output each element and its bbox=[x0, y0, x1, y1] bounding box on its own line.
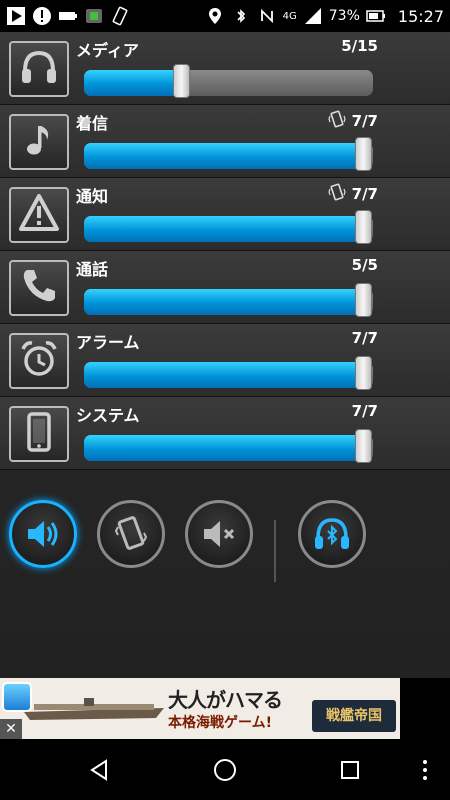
system-label: システム bbox=[76, 406, 140, 425]
system-icon-button[interactable] bbox=[9, 406, 69, 462]
alert-icon bbox=[33, 7, 51, 25]
notification-icon-button[interactable] bbox=[9, 187, 69, 243]
battery-percent: 73% bbox=[328, 8, 360, 24]
ringtone-volume-slider[interactable] bbox=[84, 143, 373, 169]
phone-icon bbox=[17, 264, 61, 312]
volume-row-alarm: アラーム 7/7 bbox=[0, 324, 450, 397]
ringtone-volume-value: 7/7 bbox=[351, 112, 378, 130]
alarm-volume-fill bbox=[84, 362, 369, 388]
battleship-illustration bbox=[24, 698, 164, 720]
music-note-icon bbox=[17, 118, 61, 166]
warning-icon bbox=[17, 191, 61, 239]
home-button[interactable] bbox=[208, 753, 242, 787]
media-slider-thumb[interactable] bbox=[172, 64, 190, 98]
volume-row-notification: 通知 7/7 bbox=[0, 178, 450, 251]
notification-volume-fill bbox=[84, 216, 369, 242]
ringtone-slider-thumb[interactable] bbox=[355, 137, 372, 171]
ad-banner[interactable]: ✕ 大人がハマる 本格海戦ゲーム! 戦艦帝国 bbox=[0, 678, 400, 739]
alarm-volume-slider[interactable] bbox=[84, 362, 373, 388]
network-type: 4G bbox=[282, 10, 297, 22]
back-button[interactable] bbox=[83, 753, 117, 787]
mode-divider bbox=[274, 520, 276, 582]
ad-close-button[interactable]: ✕ bbox=[0, 719, 22, 739]
ringer-mode-bar bbox=[0, 484, 450, 582]
back-triangle-icon bbox=[90, 759, 107, 781]
notification-volume-value: 7/7 bbox=[351, 185, 378, 203]
volume-row-call: 通話 5/5 bbox=[0, 251, 450, 324]
recents-square-icon bbox=[341, 761, 359, 779]
alarm-label: アラーム bbox=[76, 333, 140, 352]
alarm-volume-value: 7/7 bbox=[351, 329, 378, 347]
call-slider-thumb[interactable] bbox=[355, 283, 372, 317]
smartphone-icon bbox=[17, 410, 61, 458]
alarm-slider-thumb[interactable] bbox=[355, 356, 372, 390]
location-icon bbox=[208, 8, 221, 24]
ad-headline: 大人がハマる bbox=[168, 688, 283, 712]
call-value-group: 5/5 bbox=[352, 256, 378, 274]
bluetooth-headphones-icon bbox=[315, 518, 349, 549]
overflow-menu-icon bbox=[423, 760, 427, 780]
volume-row-system: システム 7/7 bbox=[0, 397, 450, 470]
notification-volume-slider[interactable] bbox=[84, 216, 373, 242]
clock: 15:27 bbox=[397, 6, 444, 26]
alarm-value-group: 7/7 bbox=[352, 329, 378, 347]
home-circle-icon bbox=[214, 759, 236, 781]
battery-icon bbox=[366, 10, 385, 22]
ringtone-value-group: 7/7 bbox=[328, 110, 378, 132]
notification-label: 通知 bbox=[76, 187, 109, 206]
recents-button[interactable] bbox=[333, 753, 367, 787]
ad-brand-logo: 戦艦帝国 bbox=[312, 700, 396, 732]
bluetooth-icon bbox=[237, 9, 245, 23]
ringtone-label: 着信 bbox=[76, 114, 109, 133]
nfc-icon bbox=[260, 8, 273, 24]
system-volume-fill bbox=[84, 435, 369, 461]
system-volume-value: 7/7 bbox=[351, 402, 378, 420]
sound-mode-button[interactable] bbox=[9, 500, 77, 568]
mute-mode-button[interactable] bbox=[185, 500, 253, 568]
navigation-bar bbox=[0, 739, 450, 800]
media-label: メディア bbox=[76, 41, 139, 60]
system-slider-thumb[interactable] bbox=[355, 429, 372, 463]
call-icon-button[interactable] bbox=[9, 260, 69, 316]
vibrate-mode-button[interactable] bbox=[97, 500, 165, 568]
ringtone-volume-fill bbox=[84, 143, 369, 169]
notification-value-group: 7/7 bbox=[328, 183, 378, 205]
vibrate-small-icon bbox=[328, 183, 346, 205]
media-value-group: 5/15 bbox=[341, 37, 378, 55]
call-volume-fill bbox=[84, 289, 369, 315]
sim-icon bbox=[86, 9, 102, 23]
volume-row-media: メディア 5/15 bbox=[0, 32, 450, 105]
volume-row-ringtone: 着信 7/7 bbox=[0, 105, 450, 178]
signal-icon bbox=[304, 8, 321, 24]
headphones-icon bbox=[17, 45, 61, 93]
media-volume-fill bbox=[84, 70, 187, 96]
speaker-sound-icon bbox=[28, 521, 58, 547]
vibrate-icon bbox=[114, 516, 148, 550]
system-volume-slider[interactable] bbox=[84, 435, 373, 461]
call-volume-slider[interactable] bbox=[84, 289, 373, 315]
media-volume-slider[interactable] bbox=[84, 70, 373, 96]
battery-saver-icon bbox=[59, 12, 77, 20]
notification-slider-thumb[interactable] bbox=[355, 210, 372, 244]
media-icon-button[interactable] bbox=[9, 41, 69, 97]
ringtone-icon-button[interactable] bbox=[9, 114, 69, 170]
ad-subheadline: 本格海戦ゲーム! bbox=[168, 715, 272, 731]
call-label: 通話 bbox=[76, 260, 109, 279]
volume-panel: メディア 5/15 着信 7/7 通知 7/7 通話 5/5 アラーム 7/7 システム 7/7 bbox=[0, 32, 450, 678]
play-store-icon bbox=[7, 7, 25, 25]
vibrate-small-icon bbox=[328, 110, 346, 132]
media-volume-value: 5/15 bbox=[341, 37, 378, 55]
menu-button[interactable] bbox=[408, 753, 442, 787]
alarm-icon-button[interactable] bbox=[9, 333, 69, 389]
speaker-mute-icon bbox=[204, 521, 235, 547]
screen-rotate-icon bbox=[112, 6, 128, 26]
system-value-group: 7/7 bbox=[352, 402, 378, 420]
ad-side-padding bbox=[400, 678, 450, 739]
bluetooth-headset-button[interactable] bbox=[298, 500, 366, 568]
call-volume-value: 5/5 bbox=[351, 256, 378, 274]
status-bar: 4G 73% 15:27 bbox=[0, 0, 450, 32]
alarm-clock-icon bbox=[17, 337, 61, 385]
